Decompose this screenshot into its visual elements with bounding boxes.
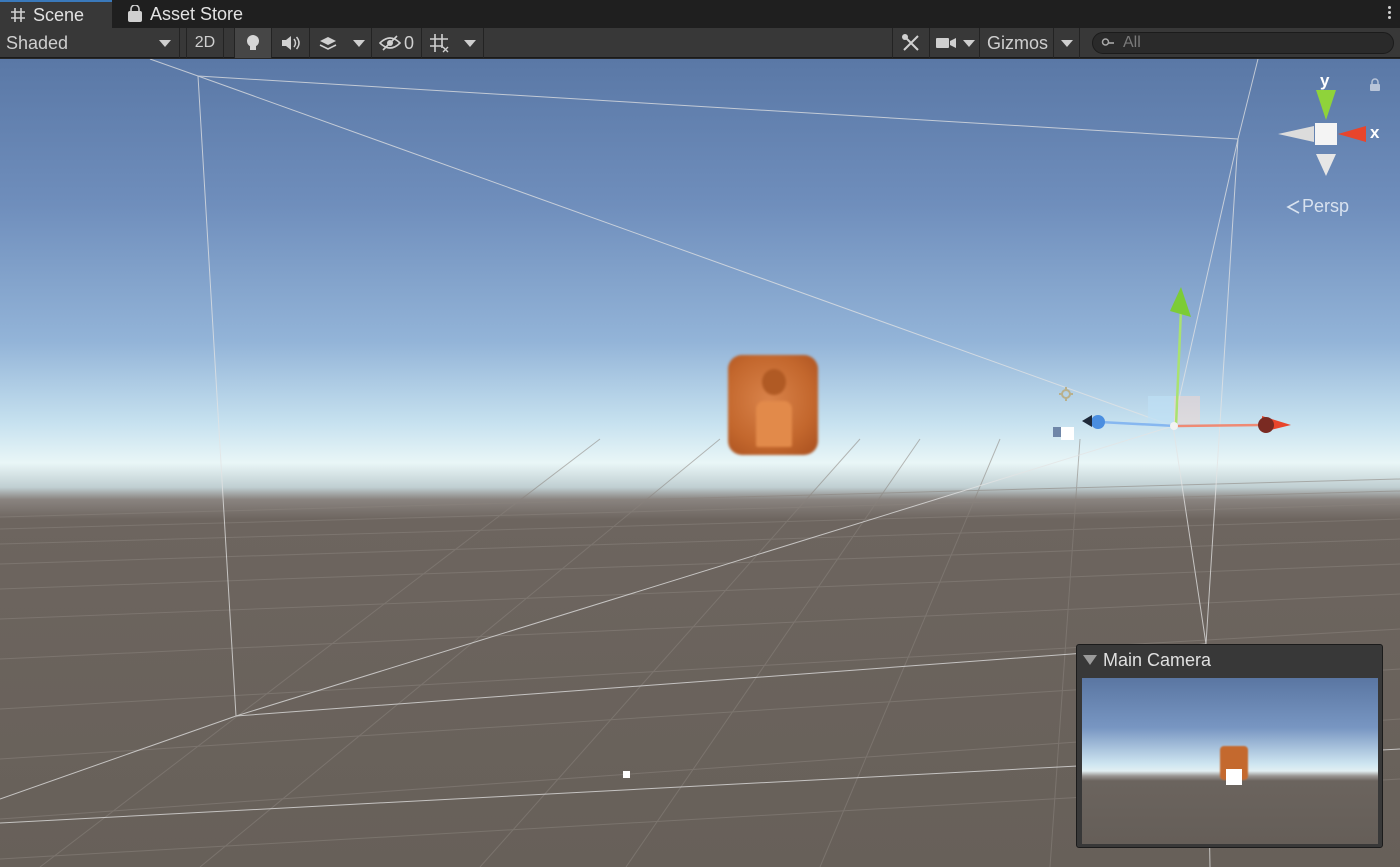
center-cube-icon[interactable] <box>1315 123 1337 145</box>
x-axis-back-handle[interactable] <box>1258 417 1274 433</box>
effects-toggle-button[interactable] <box>310 28 346 58</box>
draw-mode-label: Shaded <box>6 32 69 53</box>
tab-asset-store-label: Asset Store <box>150 3 244 24</box>
chevron-left-icon <box>1286 199 1300 214</box>
neg-y-axis-cone-icon[interactable] <box>1316 154 1336 176</box>
camera-preview-title: Main Camera <box>1103 649 1212 670</box>
z-axis-handle[interactable] <box>1091 415 1105 429</box>
preview-camera-gizmo <box>1226 769 1242 785</box>
y-axis-cone-icon[interactable] <box>1316 90 1336 120</box>
neg-x-axis-cone-icon[interactable] <box>1278 126 1314 142</box>
tab-scene-label: Scene <box>33 4 85 25</box>
tools-toggle-button[interactable] <box>892 28 930 58</box>
collapse-triangle-icon[interactable] <box>1083 655 1097 665</box>
player-body-shape <box>756 401 792 447</box>
camera-preview-render <box>1082 678 1378 844</box>
2d-toggle-label: 2D <box>194 34 216 51</box>
grid-dropdown-button[interactable] <box>456 28 484 58</box>
search-input[interactable] <box>1123 34 1373 52</box>
wrench-tools-icon <box>902 34 919 51</box>
scene-search-field[interactable] <box>1092 32 1394 54</box>
y-axis-label: y <box>1320 71 1330 90</box>
tab-asset-store[interactable]: Asset Store <box>125 0 243 28</box>
lock-icon[interactable] <box>1368 78 1382 92</box>
x-axis-cone-icon[interactable] <box>1338 126 1366 142</box>
frustum-handle[interactable] <box>623 771 630 778</box>
gizmos-button[interactable]: Gizmos <box>982 28 1054 58</box>
more-options-icon[interactable] <box>1388 6 1392 22</box>
audio-toggle-button[interactable] <box>272 28 310 58</box>
eye-slash-icon <box>378 35 401 51</box>
tab-scene[interactable]: Scene <box>0 0 112 28</box>
player-head-shape <box>762 369 786 395</box>
hidden-object-count: 0 <box>403 32 414 53</box>
search-icon <box>1101 38 1114 46</box>
gizmos-dropdown-button[interactable] <box>1054 28 1080 58</box>
shopping-bag-icon <box>127 5 143 22</box>
gizmos-label: Gizmos <box>986 32 1048 53</box>
layers-effects-icon <box>319 37 337 50</box>
window-tab-bar: Scene Asset Store <box>0 0 1400 28</box>
grid-hash-icon <box>10 7 26 23</box>
projection-label: Persp <box>1302 196 1350 216</box>
draw-mode-dropdown[interactable]: Shaded <box>0 28 180 58</box>
x-axis-label: x <box>1370 123 1380 142</box>
projection-toggle[interactable]: Persp <box>1286 196 1349 217</box>
speaker-icon <box>281 36 300 50</box>
y-axis-arrow[interactable] <box>1170 287 1191 317</box>
chevron-down-icon <box>352 39 365 47</box>
player-sprite[interactable] <box>728 355 818 455</box>
camera-gizmo-icon-front <box>1061 427 1074 440</box>
chevron-down-icon <box>962 39 975 47</box>
lightbulb-icon <box>247 35 259 50</box>
camera-preview-header[interactable]: Main Camera <box>1077 645 1382 675</box>
move-tool-handles[interactable] <box>1082 287 1291 433</box>
grid-snap-icon <box>430 34 449 53</box>
scene-visibility-toggle[interactable]: 0 <box>372 28 422 58</box>
camera-icon <box>935 38 956 48</box>
lighting-toggle-button[interactable] <box>234 28 272 58</box>
grid-toggle-button[interactable] <box>422 28 456 58</box>
camera-settings-dropdown[interactable] <box>930 28 980 58</box>
2d-toggle-button[interactable]: 2D <box>186 28 224 58</box>
effects-dropdown-button[interactable] <box>346 28 372 58</box>
chevron-down-icon <box>463 39 476 47</box>
camera-preview-panel: Main Camera <box>1076 644 1383 848</box>
chevron-down-icon <box>1060 39 1073 47</box>
chevron-down-icon <box>159 39 171 47</box>
